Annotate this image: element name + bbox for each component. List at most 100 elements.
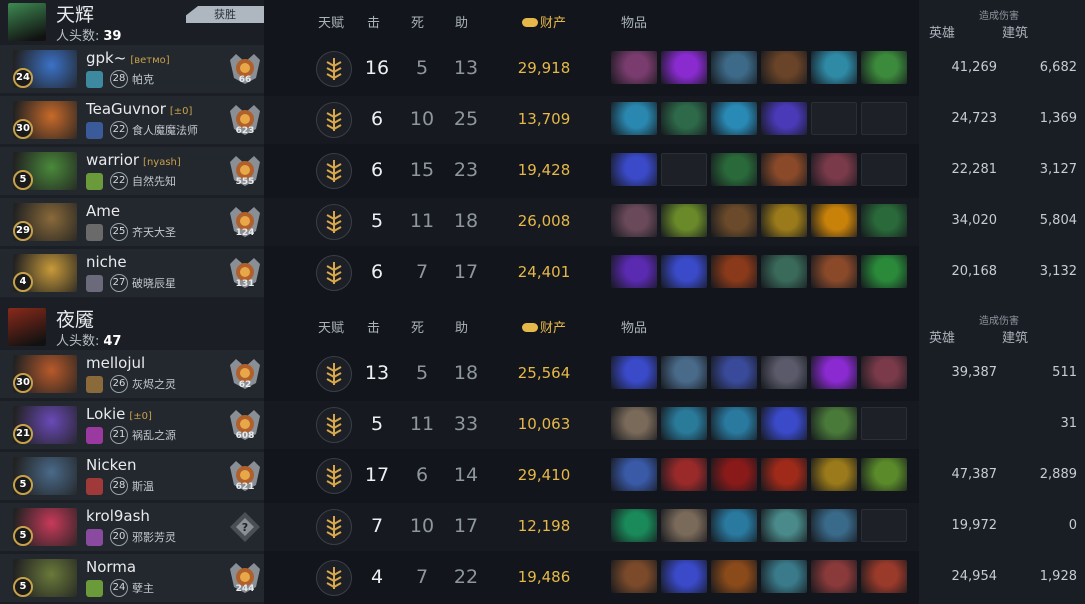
item-slot[interactable]	[661, 204, 707, 237]
item-slot[interactable]	[761, 458, 807, 491]
item-slot[interactable]	[811, 255, 857, 288]
player-row[interactable]: 21 Lokie [±0] 21 祸乱之源 608	[0, 401, 264, 449]
item-slot[interactable]	[711, 356, 757, 389]
talent-tree-icon[interactable]	[316, 153, 352, 189]
player-name[interactable]: mellojul	[86, 354, 145, 372]
item-slot[interactable]	[711, 102, 757, 135]
item-slot[interactable]	[611, 153, 657, 186]
hero-portrait[interactable]: 5	[13, 559, 77, 597]
player-name[interactable]: Lokie [±0]	[86, 405, 152, 423]
player-row[interactable]: 29 Ame 25 齐天大圣 124	[0, 198, 264, 246]
building-damage-value: 5,804	[1039, 213, 1077, 228]
item-slot[interactable]	[661, 560, 707, 593]
item-slot[interactable]	[811, 204, 857, 237]
item-slot[interactable]	[661, 356, 707, 389]
talent-tree-icon[interactable]	[316, 509, 352, 545]
hero-portrait[interactable]: 29	[13, 203, 77, 241]
hero-portrait[interactable]: 5	[13, 152, 77, 190]
item-slot[interactable]	[761, 255, 807, 288]
item-slot[interactable]	[711, 51, 757, 84]
item-slot[interactable]	[711, 204, 757, 237]
player-name[interactable]: TeaGuvnor [±0]	[86, 100, 192, 118]
item-slot[interactable]	[761, 51, 807, 84]
hero-portrait[interactable]: 5	[13, 457, 77, 495]
talent-tree-icon[interactable]	[316, 204, 352, 240]
item-slot[interactable]	[811, 407, 857, 440]
item-slot[interactable]	[611, 356, 657, 389]
item-slot[interactable]	[611, 458, 657, 491]
item-slot[interactable]	[861, 458, 907, 491]
player-name[interactable]: Norma	[86, 558, 136, 576]
item-slot[interactable]	[661, 102, 707, 135]
player-row[interactable]: 24 gpk~ [ветмо] 28 帕克 66	[0, 45, 264, 93]
item-slot[interactable]	[711, 560, 757, 593]
item-slot[interactable]	[611, 560, 657, 593]
item-slot[interactable]	[861, 255, 907, 288]
item-slot[interactable]	[661, 255, 707, 288]
item-slot[interactable]	[861, 204, 907, 237]
item-slot[interactable]	[661, 407, 707, 440]
item-slot[interactable]	[861, 356, 907, 389]
item-slot[interactable]	[861, 51, 907, 84]
player-name[interactable]: warrior [nyash]	[86, 151, 181, 169]
player-name[interactable]: niche	[86, 253, 127, 271]
hero-portrait[interactable]: 30	[13, 101, 77, 139]
talent-tree-icon[interactable]	[316, 255, 352, 291]
item-slot[interactable]	[711, 153, 757, 186]
item-slot[interactable]	[611, 204, 657, 237]
hero-portrait[interactable]: 4	[13, 254, 77, 292]
player-name[interactable]: Ame	[86, 202, 120, 220]
player-name[interactable]: gpk~ [ветмо]	[86, 49, 170, 67]
talent-tree-icon[interactable]	[316, 51, 352, 87]
item-slot[interactable]	[611, 51, 657, 84]
item-slot[interactable]	[611, 255, 657, 288]
item-slot[interactable]	[761, 560, 807, 593]
item-slot[interactable]	[811, 356, 857, 389]
player-row[interactable]: 5 Norma 24 孽主 244	[0, 554, 264, 602]
building-damage-value: 3,127	[1039, 162, 1077, 177]
item-slot[interactable]	[761, 153, 807, 186]
item-slot[interactable]	[761, 102, 807, 135]
item-slot[interactable]	[711, 407, 757, 440]
item-slot[interactable]	[811, 509, 857, 542]
item-slot[interactable]	[711, 255, 757, 288]
item-slot[interactable]	[611, 102, 657, 135]
talent-tree-icon[interactable]	[316, 356, 352, 392]
talent-tree-icon[interactable]	[316, 407, 352, 443]
hero-portrait[interactable]: 5	[13, 508, 77, 546]
account-level: 20	[110, 528, 128, 546]
hero-portrait[interactable]: 24	[13, 50, 77, 88]
col-deaths-header: 死	[411, 321, 425, 336]
item-slot[interactable]	[811, 458, 857, 491]
talent-tree-icon[interactable]	[316, 560, 352, 596]
item-slot[interactable]	[811, 51, 857, 84]
item-slot[interactable]	[661, 458, 707, 491]
damage-row: 34,020 5,804	[919, 198, 1085, 246]
item-slot[interactable]	[761, 204, 807, 237]
stats-row: 6 10 25 13,709	[264, 96, 919, 144]
item-slot[interactable]	[761, 509, 807, 542]
item-slot[interactable]	[761, 407, 807, 440]
player-row[interactable]: 5 warrior [nyash] 22 自然先知 555	[0, 147, 264, 195]
item-slot[interactable]	[811, 153, 857, 186]
item-slot[interactable]	[761, 356, 807, 389]
hero-portrait[interactable]: 21	[13, 406, 77, 444]
item-slot[interactable]	[861, 560, 907, 593]
player-name[interactable]: Nicken	[86, 456, 137, 474]
item-slot[interactable]	[611, 407, 657, 440]
item-slot[interactable]	[811, 560, 857, 593]
item-slot[interactable]	[611, 509, 657, 542]
item-slot[interactable]	[711, 509, 757, 542]
player-row[interactable]: 4 niche 27 破晓辰星 131	[0, 249, 264, 297]
player-name[interactable]: krol9ash	[86, 507, 150, 525]
hero-portrait[interactable]: 30	[13, 355, 77, 393]
player-row[interactable]: 30 TeaGuvnor [±0] 22 食人魔魔法师 623	[0, 96, 264, 144]
item-slot[interactable]	[661, 51, 707, 84]
talent-tree-icon[interactable]	[316, 102, 352, 138]
talent-tree-icon[interactable]	[316, 458, 352, 494]
player-row[interactable]: 30 mellojul 26 灰烬之灵 62	[0, 350, 264, 398]
player-row[interactable]: 5 krol9ash 20 邪影芳灵?	[0, 503, 264, 551]
player-row[interactable]: 5 Nicken 28 斯温 621	[0, 452, 264, 500]
item-slot[interactable]	[661, 509, 707, 542]
item-slot[interactable]	[711, 458, 757, 491]
